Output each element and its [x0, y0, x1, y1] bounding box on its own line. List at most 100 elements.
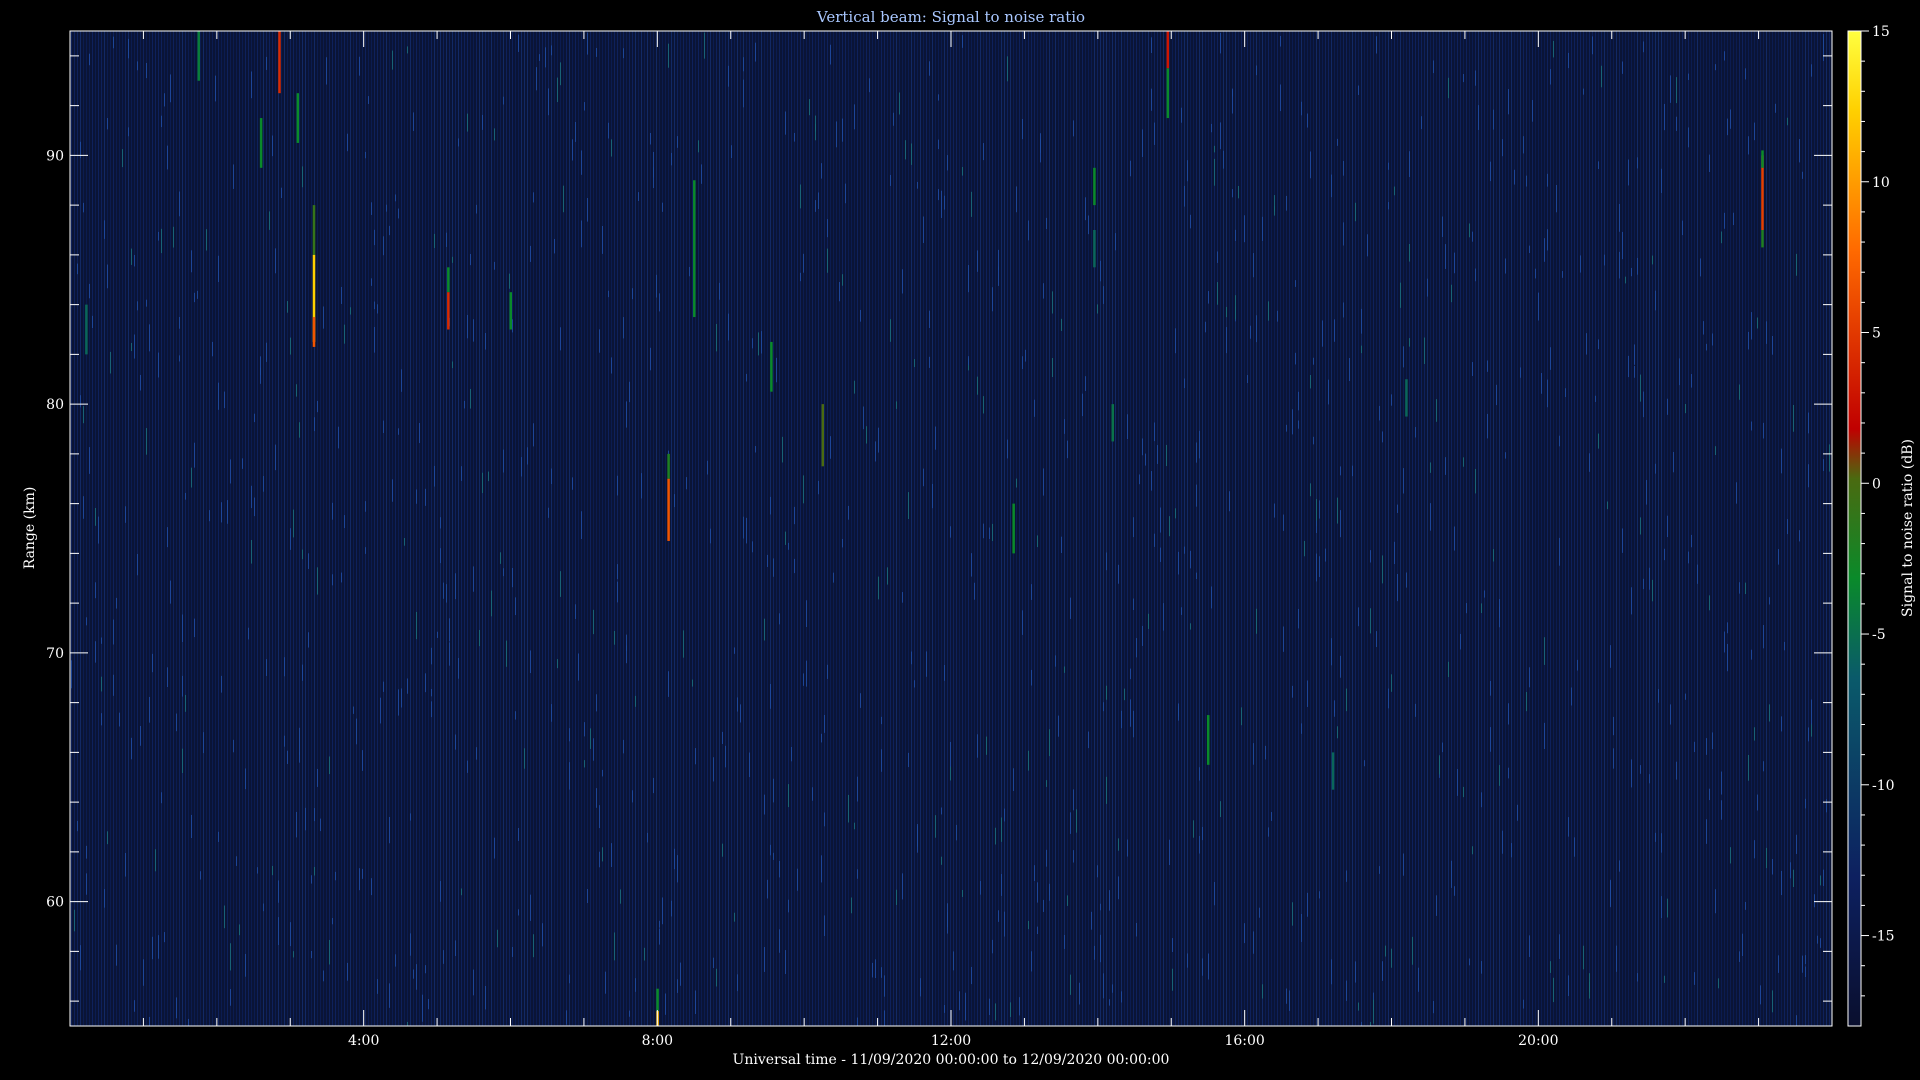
noise-stripe [401, 31, 402, 1026]
echo-mark [312, 317, 316, 347]
x-tick-label: 20:00 [1518, 1033, 1558, 1049]
noise-speck [1451, 860, 1452, 888]
noise-stripe [995, 31, 996, 1026]
noise-speck [1724, 631, 1725, 653]
noise-speck [1085, 376, 1086, 392]
noise-stripe [872, 31, 873, 1026]
noise-speck [995, 827, 996, 845]
noise-speck [1568, 975, 1569, 997]
noise-speck [713, 957, 714, 969]
noise-stripe [560, 31, 561, 1026]
noise-stripe [656, 31, 657, 1026]
noise-speck [1295, 352, 1296, 365]
noise-stripe [1142, 31, 1143, 1026]
noise-speck [1529, 935, 1530, 957]
noise-speck [302, 549, 303, 560]
noise-stripe [1100, 31, 1101, 1026]
noise-stripe [1106, 31, 1107, 1026]
noise-stripe [599, 31, 600, 1026]
noise-speck [1502, 139, 1503, 157]
noise-speck [230, 943, 231, 971]
noise-speck [395, 954, 396, 967]
noise-stripe [254, 31, 255, 1026]
noise-speck [1283, 626, 1284, 652]
noise-speck [1628, 355, 1629, 378]
noise-stripe [1727, 31, 1728, 1026]
noise-stripe [1688, 31, 1689, 1026]
noise-speck [77, 263, 78, 275]
noise-speck [998, 249, 999, 271]
noise-speck [254, 497, 255, 517]
noise-stripe [182, 31, 183, 1026]
noise-speck [1568, 817, 1569, 837]
noise-speck [1280, 84, 1281, 112]
noise-speck [1127, 839, 1128, 857]
noise-stripe [1085, 31, 1086, 1026]
noise-speck [83, 406, 84, 424]
noise-speck [1415, 427, 1416, 438]
noise-speck [1403, 468, 1404, 494]
noise-stripe [953, 31, 954, 1026]
noise-speck [443, 582, 444, 599]
noise-stripe [149, 31, 150, 1026]
noise-speck [1610, 645, 1611, 668]
noise-speck [461, 466, 462, 481]
noise-speck [1043, 283, 1044, 299]
noise-speck [530, 894, 531, 921]
noise-stripe [1775, 31, 1776, 1026]
noise-stripe [323, 31, 324, 1026]
noise-stripe [317, 31, 318, 1026]
noise-stripe [905, 31, 906, 1026]
noise-speck [1646, 480, 1647, 505]
noise-speck [983, 523, 984, 539]
noise-speck [194, 442, 195, 468]
noise-speck [728, 65, 729, 87]
noise-speck [1097, 304, 1098, 314]
noise-stripe [509, 31, 510, 1026]
noise-speck [266, 342, 267, 362]
noise-speck [551, 704, 552, 722]
noise-speck [1031, 951, 1032, 972]
noise-speck [677, 855, 678, 883]
noise-speck [158, 231, 159, 241]
echo-mark [1093, 230, 1096, 268]
noise-speck [1742, 933, 1743, 957]
noise-stripe [1274, 31, 1275, 1026]
noise-stripe [1103, 31, 1104, 1026]
noise-stripe [1040, 31, 1041, 1026]
noise-speck [470, 253, 471, 266]
noise-speck [1088, 731, 1089, 749]
noise-stripe [1523, 31, 1524, 1026]
noise-speck [1238, 185, 1239, 199]
noise-stripe [662, 31, 663, 1026]
noise-speck [749, 752, 750, 778]
noise-speck [1481, 792, 1482, 808]
noise-stripe [185, 31, 186, 1026]
noise-stripe [329, 31, 330, 1026]
noise-stripe [689, 31, 690, 1026]
noise-stripe [1280, 31, 1281, 1026]
noise-speck [812, 787, 813, 801]
noise-stripe [608, 31, 609, 1026]
noise-speck [1208, 953, 1209, 980]
noise-stripe [1037, 31, 1038, 1026]
noise-speck [824, 812, 825, 827]
noise-speck [392, 479, 393, 502]
noise-speck [1232, 189, 1233, 198]
noise-speck [203, 732, 204, 754]
noise-speck [359, 868, 360, 891]
noise-stripe [383, 31, 384, 1026]
noise-speck [140, 374, 141, 391]
noise-speck [1124, 688, 1125, 701]
noise-speck [158, 935, 159, 959]
noise-speck [1445, 244, 1446, 269]
noise-speck [101, 637, 102, 644]
noise-speck [962, 35, 963, 48]
noise-stripe [1670, 31, 1671, 1026]
noise-speck [221, 675, 222, 693]
noise-speck [1586, 333, 1587, 355]
noise-speck [413, 112, 414, 131]
noise-stripe [1343, 31, 1344, 1026]
noise-speck [1394, 541, 1395, 565]
noise-speck [1772, 859, 1773, 875]
